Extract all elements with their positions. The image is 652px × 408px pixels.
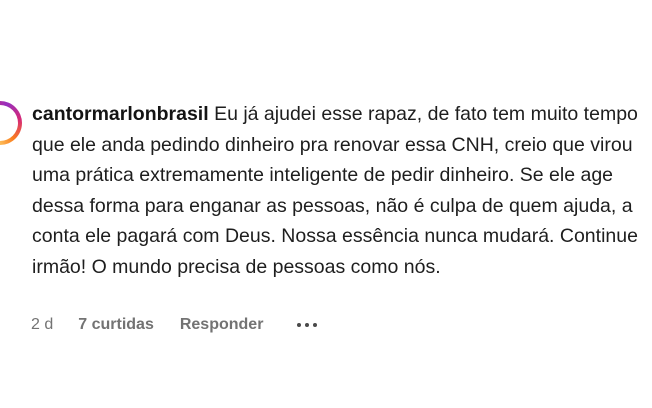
dot <box>305 323 310 327</box>
comment-text: Eu já ajudei esse rapaz, de fato tem mui… <box>32 103 638 278</box>
reply-button[interactable]: Responder <box>180 316 264 334</box>
comment-username[interactable]: cantormarlonbrasil <box>32 103 209 125</box>
dot <box>297 323 302 327</box>
dot <box>313 323 318 327</box>
avatar[interactable] <box>0 101 22 145</box>
comment-timestamp: 2 d <box>31 316 54 333</box>
comment-actions: 2 d 7 curtidas Responder <box>31 313 318 337</box>
likes-count-link[interactable]: 7 curtidas <box>78 316 154 334</box>
comment: cantormarlonbrasil Eu já ajudei esse rap… <box>32 99 644 283</box>
more-options-icon[interactable] <box>297 319 318 331</box>
